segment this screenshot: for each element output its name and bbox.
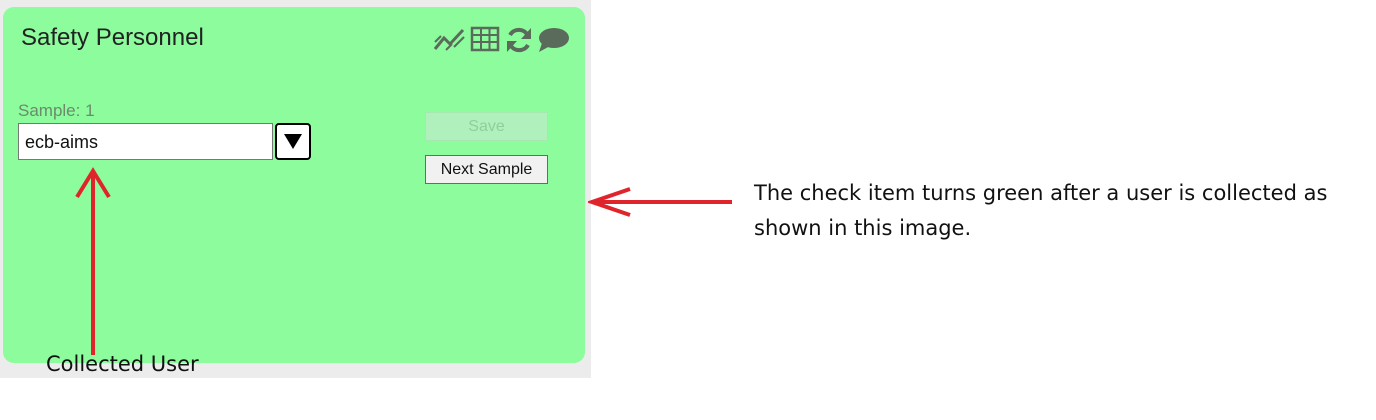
refresh-icon[interactable] bbox=[504, 25, 534, 60]
user-input[interactable]: ecb-aims bbox=[18, 123, 273, 160]
card-pointer-arrow bbox=[588, 187, 732, 217]
comment-icon[interactable] bbox=[536, 25, 570, 60]
card-title: Safety Personnel bbox=[21, 24, 204, 51]
collected-user-label: Collected User bbox=[46, 352, 199, 376]
annotation-note: The check item turns green after a user … bbox=[754, 181, 1328, 240]
user-dropdown-button[interactable] bbox=[275, 123, 311, 160]
next-sample-button[interactable]: Next Sample bbox=[425, 155, 548, 184]
trend-chart-icon[interactable] bbox=[432, 25, 466, 60]
sample-label: Sample: 1 bbox=[18, 101, 95, 120]
save-button[interactable]: Save bbox=[425, 112, 548, 141]
collected-user-arrow bbox=[75, 167, 111, 355]
triangle-down-icon bbox=[284, 134, 302, 149]
table-grid-icon[interactable] bbox=[470, 25, 500, 60]
